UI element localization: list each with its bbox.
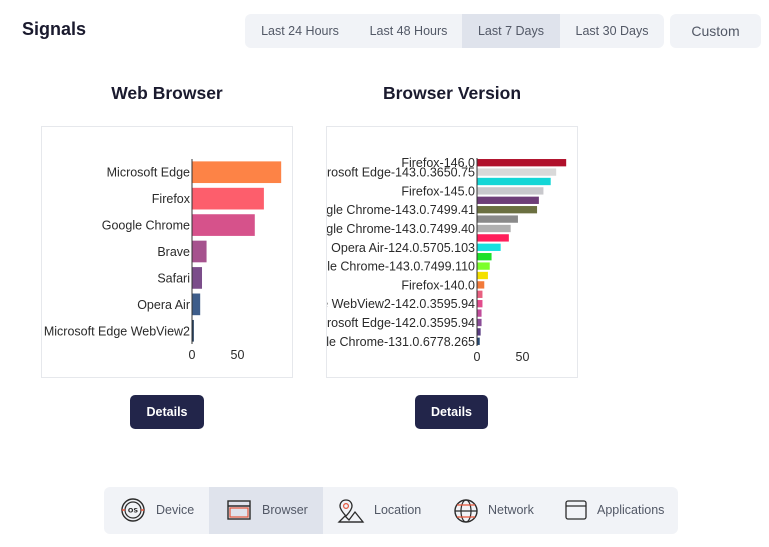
globe-network-icon <box>454 499 478 523</box>
web-browser-chart: Microsoft Edge Firefox Google Chrome Brave S… <box>41 126 293 378</box>
nav-item-label: Location <box>374 503 422 517</box>
category-label: Google Chrome-131.0.6778.265 <box>327 335 475 349</box>
web-browser-details-button[interactable]: Details <box>130 395 204 429</box>
location-icon <box>337 499 365 523</box>
bar <box>477 168 557 176</box>
x-tick-label: 0 <box>189 348 196 362</box>
category-label: Firefox-145.0 <box>401 184 475 198</box>
bar <box>477 159 567 167</box>
x-tick-label: 0 <box>474 350 481 364</box>
nav-item-label: Browser <box>262 503 308 517</box>
bar <box>192 187 264 210</box>
bar <box>477 196 539 204</box>
browser-version-chart: Firefox-146.0Microsoft Edge-143.0.3650.7… <box>326 126 578 378</box>
nav-item-label: Applications <box>597 503 665 517</box>
category-label: Microsoft Edge-142.0.3595.94 <box>327 316 475 330</box>
web-browser-chart-title: Web Browser <box>111 83 223 103</box>
category-label: Microsoft Edge-143.0.3650.75 <box>327 166 475 180</box>
bar <box>192 161 282 184</box>
bar <box>477 243 501 251</box>
bar <box>192 267 203 289</box>
nav-item-browser[interactable]: Browser <box>209 487 323 534</box>
bar <box>477 309 482 317</box>
category-label: Google Chrome-143.0.7499.40 <box>327 222 475 236</box>
bar <box>477 318 482 327</box>
category-label: Google Chrome-143.0.7499.41 <box>327 203 475 217</box>
bar <box>477 271 488 280</box>
signals-page: Signals Last 24 Hours Last 48 Hours Last… <box>0 0 769 547</box>
bar <box>477 234 509 242</box>
category-label: Google Chrome-143.0.7499.110 <box>327 260 475 274</box>
nav-item-applications[interactable]: Applications <box>549 487 678 534</box>
range-last-30-days-button[interactable]: Last 30 Days <box>560 14 664 48</box>
nav-item-location[interactable]: Location <box>323 487 437 534</box>
nav-item-device[interactable]: OS Device <box>104 487 209 534</box>
category-label: Opera Air-124.0.5705.103 <box>331 241 475 255</box>
signals-bottom-nav: OS Device Browser Location Network Appli… <box>104 487 678 534</box>
bar <box>477 187 544 195</box>
range-last-48-hours-button[interactable]: Last 48 Hours <box>355 14 462 48</box>
browser-window-icon <box>227 500 251 520</box>
bar <box>477 206 538 214</box>
bar <box>477 224 511 233</box>
bar <box>477 215 518 223</box>
category-label: Firefox <box>152 192 191 206</box>
bar <box>477 300 483 308</box>
range-last-24-hours-button[interactable]: Last 24 Hours <box>245 14 355 48</box>
nav-item-network[interactable]: Network <box>437 487 549 534</box>
browser-version-bar-chart: Firefox-146.0Microsoft Edge-143.0.3650.7… <box>327 156 567 364</box>
category-label: Microsoft Edge WebView2 <box>44 324 190 338</box>
web-browser-bar-chart: Microsoft Edge Firefox Google Chrome Brave S… <box>44 159 282 362</box>
category-label: Microsoft Edge <box>107 166 190 180</box>
custom-range-button[interactable]: Custom <box>670 14 761 48</box>
category-label: Google Chrome <box>102 219 190 233</box>
svg-text:OS: OS <box>128 507 139 515</box>
applications-window-icon <box>565 500 587 520</box>
category-label: Opera Air <box>137 298 190 312</box>
os-device-icon: OS <box>121 498 145 522</box>
bar <box>477 262 490 270</box>
bar <box>477 290 483 298</box>
page-title: Signals <box>22 19 87 39</box>
x-tick-label: 50 <box>231 348 245 362</box>
category-label: Firefox-140.0 <box>401 278 475 292</box>
category-label: Brave <box>157 245 190 259</box>
category-label: Microsoft Edge WebView2-142.0.3595.94 <box>327 297 475 311</box>
bar <box>192 214 255 236</box>
browser-version-details-button[interactable]: Details <box>415 395 488 429</box>
category-label: Safari <box>157 271 190 285</box>
bar <box>192 293 201 316</box>
time-range-selector: Last 24 Hours Last 48 Hours Last 7 Days … <box>245 14 664 48</box>
bar <box>477 328 481 336</box>
bar <box>192 240 207 263</box>
bar <box>477 253 492 261</box>
bar <box>477 177 551 186</box>
nav-item-label: Network <box>488 503 534 517</box>
range-last-7-days-button[interactable]: Last 7 Days <box>462 14 560 48</box>
browser-version-chart-title: Browser Version <box>382 83 522 103</box>
nav-item-label: Device <box>156 503 195 517</box>
bar <box>477 281 485 289</box>
x-tick-label: 50 <box>516 350 530 364</box>
